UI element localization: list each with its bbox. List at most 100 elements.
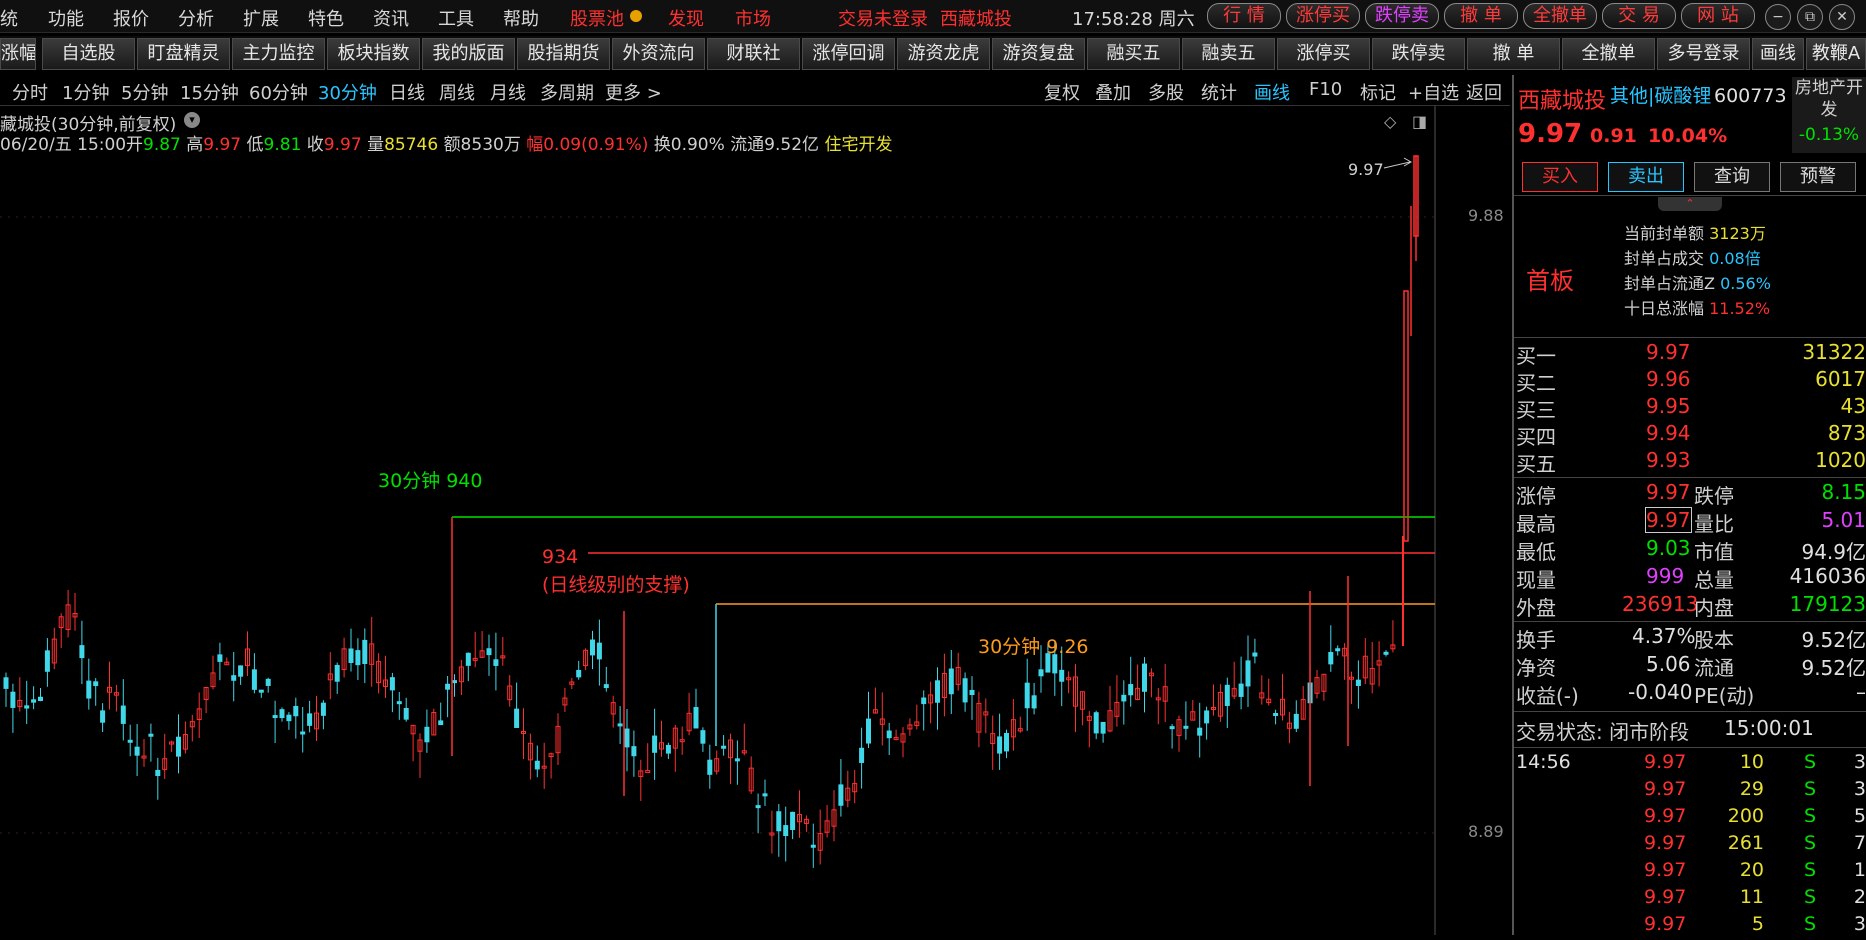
menu-stock-pool[interactable]: 股票池 [570, 5, 624, 31]
toolbar-watchlist-button[interactable]: 自选股 [42, 38, 135, 70]
candle-body [762, 793, 768, 797]
candle-body [514, 708, 520, 728]
tool-draw-line[interactable]: 画线 [1254, 79, 1290, 105]
tick-row: 9.97 5 S 3 [1644, 913, 1866, 935]
toolbar-monitor-button[interactable]: 盯盘精灵 [137, 38, 230, 70]
toolbar-limit-down-sell-button[interactable]: 跌停卖 [1372, 38, 1465, 70]
toolbar-gain-button[interactable]: 涨幅 [0, 38, 36, 70]
collapse-icon[interactable]: ⌃ [1658, 197, 1722, 211]
toolbar-my-layout-button[interactable]: 我的版面 [422, 38, 515, 70]
period-15min[interactable]: 15分钟 [180, 79, 239, 105]
menu-news[interactable]: 资讯 [373, 5, 409, 31]
period-multi[interactable]: 多周期 [540, 79, 594, 105]
bid-row[interactable]: 买三 9.95 43 [1514, 394, 1866, 422]
close-icon[interactable]: ✕ [1829, 4, 1855, 30]
toolbar-multi-login-button[interactable]: 多号登录 [1657, 38, 1750, 70]
candle-body [1238, 683, 1244, 697]
limit-up-buy-button[interactable]: 涨停买 [1286, 3, 1360, 29]
peak-arrow-icon [1383, 157, 1413, 169]
period-30min[interactable]: 30分钟 [318, 79, 377, 105]
toolbar-cls-button[interactable]: 财联社 [707, 38, 800, 70]
bid-row[interactable]: 买五 9.93 1020 [1514, 448, 1866, 476]
tool-mark[interactable]: 标记 [1360, 79, 1396, 105]
kline-chart[interactable]: 藏城投(30分钟,前复权) ▾ 06/20/五 15:00 开9.87 高9.9… [0, 106, 1510, 935]
candle-body [438, 720, 444, 726]
menu-discover[interactable]: 发现 [668, 5, 704, 31]
toolbar-hot-money-review-button[interactable]: 游资复盘 [992, 38, 1085, 70]
candle-body [1059, 669, 1065, 682]
candle-body [590, 639, 595, 656]
menu-feature[interactable]: 特色 [308, 5, 344, 31]
period-monthly[interactable]: 月线 [490, 79, 526, 105]
bid-row[interactable]: 买二 9.96 6017 [1514, 367, 1866, 395]
menu-help[interactable]: 帮助 [503, 5, 539, 31]
toolbar-limit-up-buy-button[interactable]: 涨停买 [1277, 38, 1370, 70]
menu-market[interactable]: 市场 [735, 5, 771, 31]
period-60min[interactable]: 60分钟 [249, 79, 308, 105]
cancel-all-button[interactable]: 全撤单 [1523, 3, 1597, 29]
period-daily[interactable]: 日线 [389, 79, 425, 105]
candle-body [1038, 669, 1044, 677]
query-button[interactable]: 查询 [1694, 162, 1770, 192]
toolbar-futures-button[interactable]: 股指期货 [517, 38, 610, 70]
toolbar-pointer-button[interactable]: 教鞭A [1806, 38, 1866, 70]
sell-button[interactable]: 卖出 [1608, 162, 1684, 192]
tool-add-watchlist[interactable]: +自选 [1408, 79, 1459, 105]
quote-button[interactable]: 行 情 [1207, 3, 1281, 29]
period-more[interactable]: 更多 > [605, 79, 662, 105]
menu-function[interactable]: 功能 [48, 5, 84, 31]
toolbar-sector-index-button[interactable]: 板块指数 [327, 38, 420, 70]
bid-row[interactable]: 买一 9.97 31322 [1514, 340, 1866, 368]
toolbar-hot-money-button[interactable]: 游资龙虎 [897, 38, 990, 70]
toolbar-margin-buy-button[interactable]: 融买五 [1087, 38, 1180, 70]
candle-body [445, 683, 451, 690]
candle-body [962, 678, 968, 703]
tool-restore-rights[interactable]: 复权 [1044, 79, 1080, 105]
toolbar-foreign-flow-button[interactable]: 外资流向 [612, 38, 705, 70]
menu-extend[interactable]: 扩展 [243, 5, 279, 31]
industry-box[interactable]: 房地产开发 -0.13% [1792, 77, 1866, 153]
minimize-icon[interactable]: − [1765, 4, 1791, 30]
period-intraday[interactable]: 分时 [12, 79, 48, 105]
period-weekly[interactable]: 周线 [439, 79, 475, 105]
menu-analysis[interactable]: 分析 [178, 5, 214, 31]
toolbar-main-force-button[interactable]: 主力监控 [232, 38, 325, 70]
candle-body [721, 745, 727, 749]
tool-f10[interactable]: F10 [1309, 79, 1342, 100]
annotation-green-label: 30分钟 940 [378, 470, 483, 492]
website-button[interactable]: 网 站 [1681, 3, 1755, 29]
candle-body [231, 675, 237, 681]
candle-body [534, 760, 540, 770]
quote-concept-tags[interactable]: 其他|碳酸锂 [1610, 81, 1711, 108]
candle-body [859, 747, 865, 763]
restore-icon[interactable]: ⧉ [1797, 4, 1823, 30]
candle-body [389, 677, 395, 691]
toolbar-cancel-button[interactable]: 撤 单 [1467, 38, 1560, 70]
buy-button[interactable]: 买入 [1522, 162, 1598, 192]
menu-system[interactable]: 统 [0, 5, 18, 31]
alert-button[interactable]: 预警 [1780, 162, 1856, 192]
menu-tools[interactable]: 工具 [438, 5, 474, 31]
limit-down-sell-button[interactable]: 跌停卖 [1365, 3, 1439, 29]
tool-statistics[interactable]: 统计 [1201, 79, 1237, 105]
price-axis-bottom: 8.89 [1468, 822, 1504, 841]
tool-back[interactable]: 返回 [1466, 79, 1502, 105]
period-bar: 分时 1分钟 5分钟 15分钟 60分钟 30分钟 日线 周线 月线 多周期 更… [0, 75, 1510, 106]
period-5min[interactable]: 5分钟 [121, 79, 168, 105]
toolbar-draw-button[interactable]: 画线 [1752, 38, 1804, 70]
cancel-order-button[interactable]: 撤 单 [1444, 3, 1518, 29]
quote-price: 9.97 [1518, 119, 1583, 149]
tool-multi-stock[interactable]: 多股 [1148, 79, 1184, 105]
menu-quote[interactable]: 报价 [113, 5, 149, 31]
period-1min[interactable]: 1分钟 [62, 79, 109, 105]
trade-button[interactable]: 交 易 [1602, 3, 1676, 29]
candle-body [134, 746, 140, 756]
annotation-red-value: 934 [542, 546, 579, 568]
tool-overlay[interactable]: 叠加 [1095, 79, 1131, 105]
candle-body [38, 696, 43, 702]
toolbar-cancel-all-button[interactable]: 全撤单 [1562, 38, 1655, 70]
current-stock-name: 西藏城投 [940, 9, 1012, 30]
bid-row[interactable]: 买四 9.94 873 [1514, 421, 1866, 449]
toolbar-limit-pullback-button[interactable]: 涨停回调 [802, 38, 895, 70]
toolbar-margin-sell-button[interactable]: 融卖五 [1182, 38, 1275, 70]
